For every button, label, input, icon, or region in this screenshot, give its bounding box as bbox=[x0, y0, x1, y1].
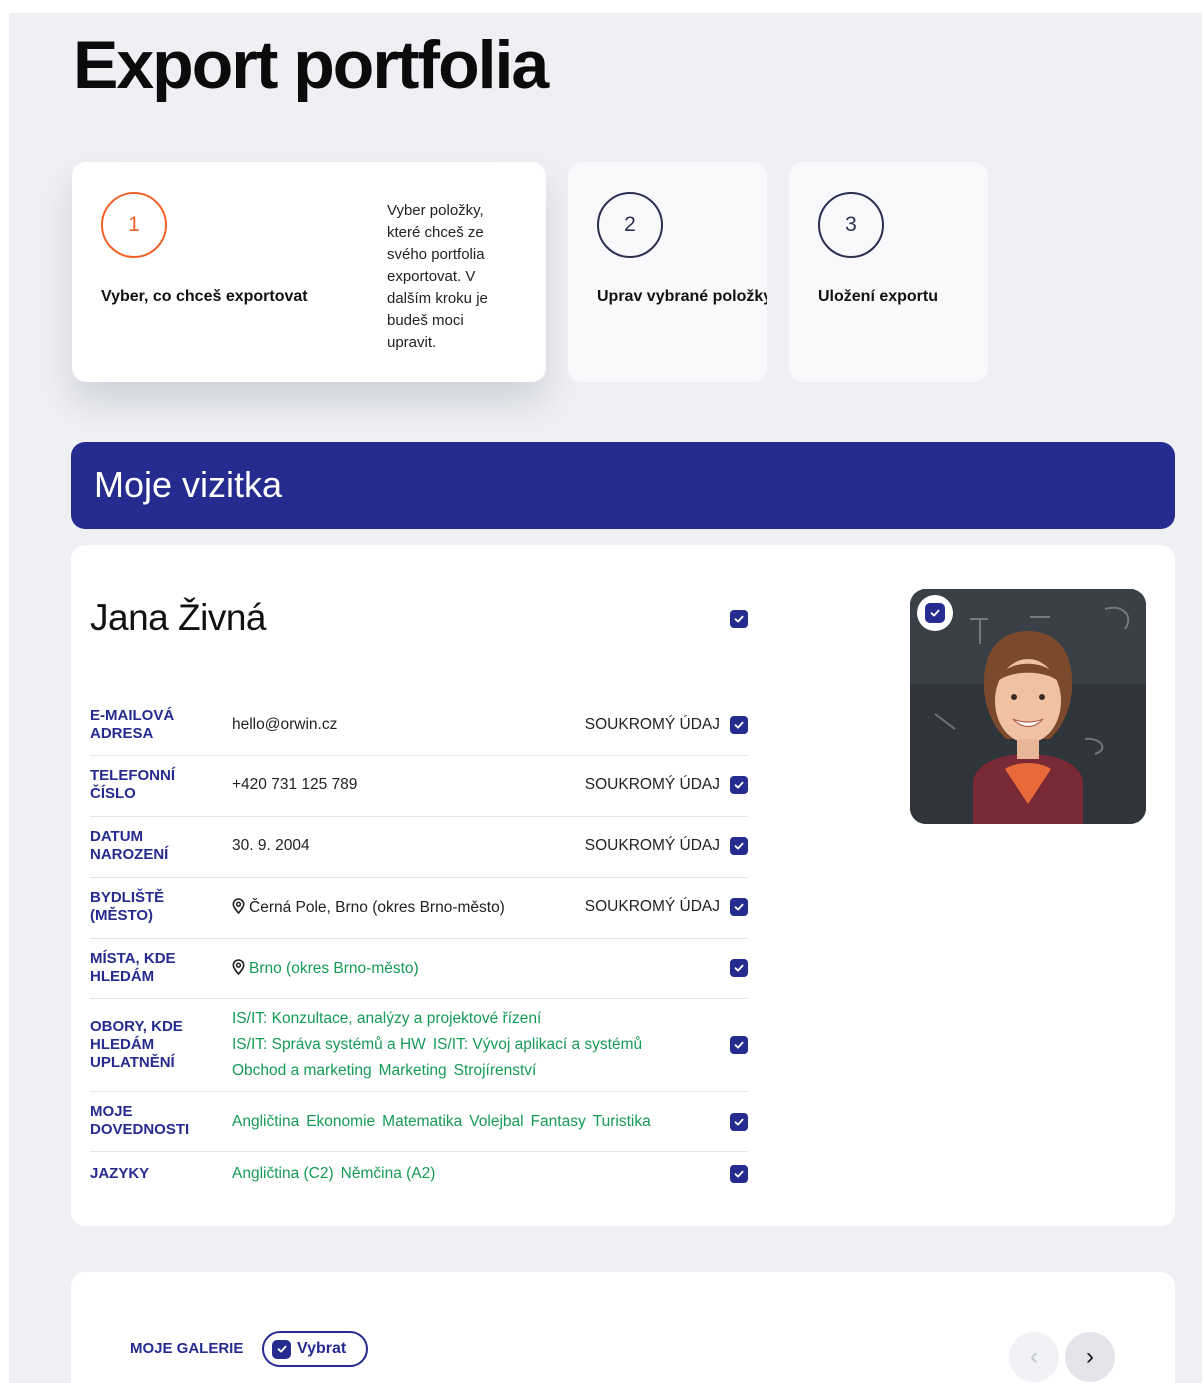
row-label: MÍSTA, KDE HLEDÁM bbox=[90, 950, 176, 985]
section-header: Moje vizitka bbox=[71, 442, 1175, 529]
row-label: E-MAILOVÁ ADRESA bbox=[90, 707, 175, 742]
private-label: SOUKROMÝ ÚDAJ bbox=[584, 898, 720, 915]
check-icon bbox=[734, 1041, 744, 1049]
check-icon bbox=[734, 842, 744, 850]
tag[interactable]: Ekonomie bbox=[306, 1113, 375, 1130]
skill-tags: Angličtina Ekonomie Matematika Volejbal Fant… bbox=[232, 1109, 658, 1135]
info-row-fields: OBORY, KDE HLEDÁM UPLATNĚNÍ IS/IT: Konzu… bbox=[90, 999, 748, 1092]
gallery-select-checkbox[interactable] bbox=[272, 1339, 291, 1359]
tag[interactable]: Němčina (A2) bbox=[341, 1165, 436, 1182]
check-icon bbox=[734, 721, 744, 729]
gallery-select-label: Vybrat bbox=[297, 1340, 347, 1357]
tag[interactable]: Matematika bbox=[382, 1113, 462, 1130]
page-title: Export portfolia bbox=[73, 27, 549, 103]
chevron-right-icon: › bbox=[1086, 1343, 1094, 1370]
step-1-number: 1 bbox=[101, 192, 167, 258]
photo-checkbox[interactable] bbox=[925, 603, 945, 623]
tag[interactable]: IS/IT: Správa systémů a HW bbox=[232, 1036, 426, 1053]
row-checkbox[interactable] bbox=[730, 898, 748, 916]
check-icon bbox=[277, 1345, 286, 1353]
row-checkbox[interactable] bbox=[730, 1036, 748, 1054]
row-value: +420 731 125 789 bbox=[232, 776, 358, 793]
tag[interactable]: IS/IT: Konzultace, analýzy a projektové … bbox=[232, 1010, 541, 1027]
check-icon bbox=[734, 903, 744, 911]
row-label: TELEFONNÍ ČÍSLO bbox=[90, 767, 175, 802]
gallery-card: MOJE GALERIE Vybrat ‹ › bbox=[71, 1272, 1175, 1383]
info-row-skills: MOJE DOVEDNOSTI Angličtina Ekonomie Matema… bbox=[90, 1092, 748, 1152]
row-label: JAZYKY bbox=[90, 1165, 150, 1182]
row-checkbox[interactable] bbox=[730, 1113, 748, 1131]
gallery-prev-button[interactable]: ‹ bbox=[1009, 1332, 1059, 1382]
row-label: BYDLIŠTĚ (MĚSTO) bbox=[90, 889, 165, 924]
tag[interactable]: Strojírenství bbox=[454, 1062, 537, 1079]
step-3-title: Uložení exportu bbox=[818, 288, 939, 305]
check-icon bbox=[734, 1118, 744, 1126]
person-name: Jana Živná bbox=[90, 597, 267, 638]
step-3-number: 3 bbox=[818, 192, 884, 258]
row-value-wrap: Brno (okres Brno-město) bbox=[232, 959, 419, 978]
step-1-card[interactable]: 1 Vyber, co chceš exportovat Vyber polož… bbox=[72, 162, 546, 382]
map-pin-icon bbox=[232, 959, 245, 975]
row-value: Brno (okres Brno-město) bbox=[249, 960, 419, 977]
check-icon bbox=[734, 615, 744, 623]
row-value: hello@orwin.cz bbox=[232, 716, 338, 733]
tag[interactable]: Angličtina bbox=[232, 1113, 299, 1130]
tag[interactable]: Turistika bbox=[593, 1113, 651, 1130]
language-tags: Angličtina (C2) Němčina (A2) bbox=[232, 1161, 442, 1187]
info-row-phone: TELEFONNÍ ČÍSLO +420 731 125 789 SOUKROM… bbox=[90, 756, 748, 817]
step-1-description: Vyber položky, které chceš ze svého port… bbox=[387, 202, 488, 351]
tag[interactable]: Obchod a marketing bbox=[232, 1062, 372, 1079]
info-row-email: E-MAILOVÁ ADRESA hello@orwin.cz SOUKROMÝ… bbox=[90, 701, 748, 756]
row-label: MOJE DOVEDNOSTI bbox=[90, 1103, 190, 1138]
step-2-title: Uprav vybrané položky bbox=[597, 288, 767, 305]
gallery-label: MOJE GALERIE bbox=[130, 1340, 244, 1357]
row-label: DATUM NAROZENÍ bbox=[90, 828, 169, 863]
row-label: OBORY, KDE HLEDÁM UPLATNĚNÍ bbox=[90, 1018, 183, 1071]
row-checkbox[interactable] bbox=[730, 959, 748, 977]
info-row-search-locations: MÍSTA, KDE HLEDÁM Brno (okres Brno-město… bbox=[90, 939, 748, 999]
info-row-birthdate: DATUM NAROZENÍ 30. 9. 2004 SOUKROMÝ ÚDAJ bbox=[90, 817, 748, 878]
chevron-left-icon: ‹ bbox=[1030, 1343, 1038, 1370]
row-checkbox[interactable] bbox=[730, 716, 748, 734]
info-row-residence: BYDLIŠTĚ (MĚSTO) Černá Pole, Brno (okres… bbox=[90, 878, 748, 939]
row-value-wrap: Černá Pole, Brno (okres Brno-město) bbox=[232, 898, 505, 917]
step-2-number: 2 bbox=[597, 192, 663, 258]
info-row-languages: JAZYKY Angličtina (C2) Němčina (A2) bbox=[90, 1152, 748, 1197]
section-title: Moje vizitka bbox=[94, 464, 283, 505]
private-label: SOUKROMÝ ÚDAJ bbox=[584, 776, 720, 793]
row-value: Černá Pole, Brno (okres Brno-město) bbox=[249, 899, 505, 916]
row-checkbox[interactable] bbox=[730, 1165, 748, 1183]
map-pin-icon bbox=[232, 898, 245, 914]
private-label: SOUKROMÝ ÚDAJ bbox=[584, 716, 720, 733]
row-checkbox[interactable] bbox=[730, 776, 748, 794]
gallery-select-button[interactable]: Vybrat bbox=[262, 1331, 368, 1367]
check-icon bbox=[930, 609, 940, 617]
name-checkbox[interactable] bbox=[730, 610, 748, 628]
step-3-card[interactable]: 3 Uložení exportu bbox=[789, 162, 988, 382]
row-value: 30. 9. 2004 bbox=[232, 837, 310, 854]
tag[interactable]: Fantasy bbox=[531, 1113, 586, 1130]
tag[interactable]: IS/IT: Vývoj aplikací a systémů bbox=[433, 1036, 642, 1053]
step-2-card[interactable]: 2 Uprav vybrané položky bbox=[568, 162, 767, 382]
row-checkbox[interactable] bbox=[730, 837, 748, 855]
tag[interactable]: Volejbal bbox=[469, 1113, 523, 1130]
step-1-title: Vyber, co chceš exportovat bbox=[101, 288, 308, 305]
profile-photo[interactable] bbox=[910, 589, 1146, 824]
photo-checkbox-wrap[interactable] bbox=[917, 595, 953, 631]
tag[interactable]: Angličtina (C2) bbox=[232, 1165, 334, 1182]
check-icon bbox=[734, 781, 744, 789]
field-tags: IS/IT: Konzultace, analýzy a projektové … bbox=[232, 1006, 702, 1084]
profile-card: Jana Živná E-MAILOVÁ ADRESA hello@orwin.… bbox=[71, 545, 1175, 1226]
check-icon bbox=[734, 1170, 744, 1178]
check-icon bbox=[734, 964, 744, 972]
gallery-next-button[interactable]: › bbox=[1065, 1332, 1115, 1382]
tag[interactable]: Marketing bbox=[379, 1062, 447, 1079]
private-label: SOUKROMÝ ÚDAJ bbox=[584, 837, 720, 854]
